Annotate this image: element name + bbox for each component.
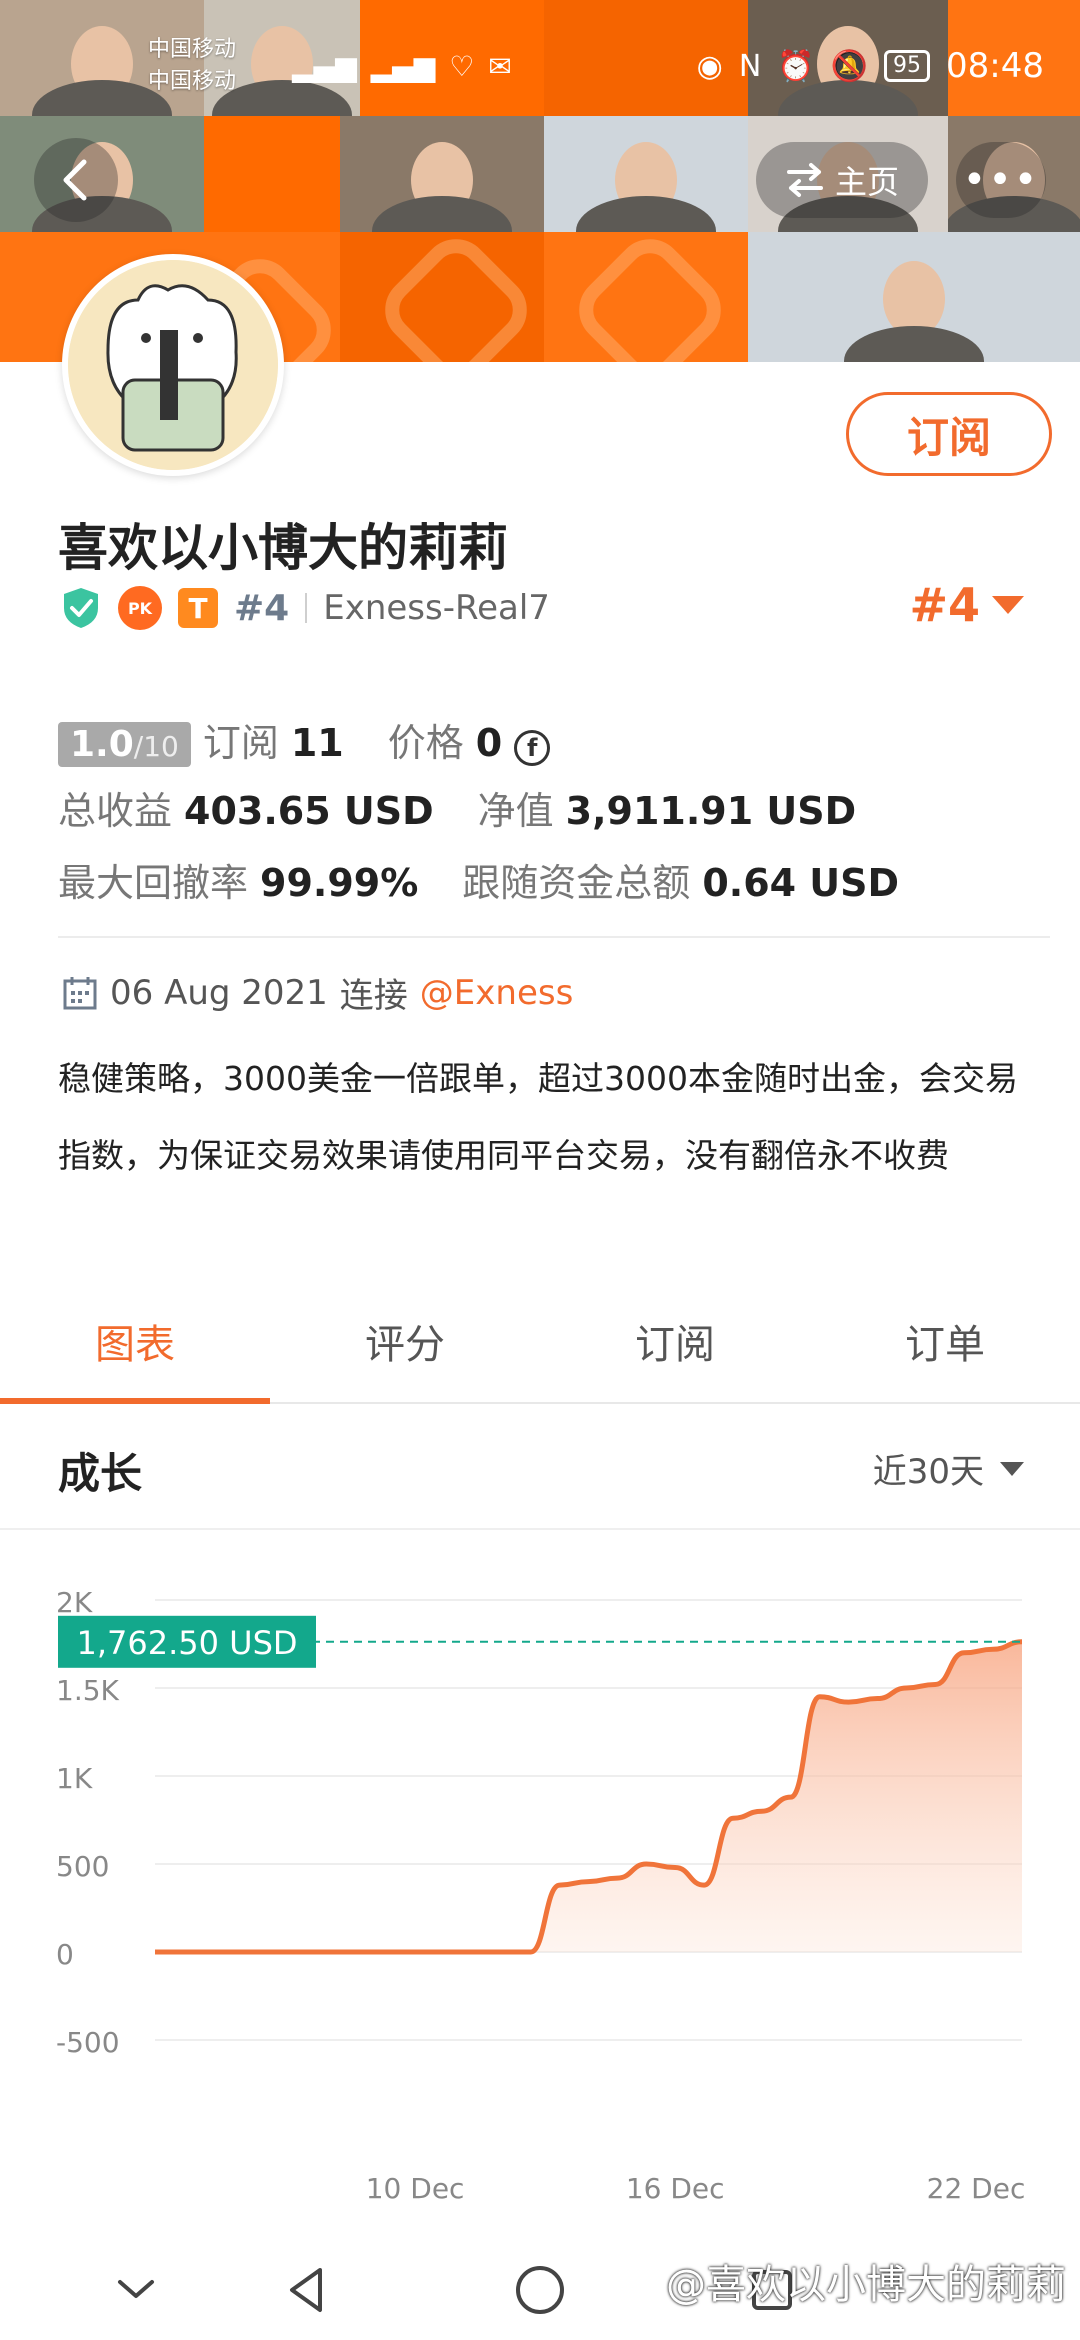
more-icon: ••• xyxy=(962,157,1040,203)
mute-icon: 🔕 xyxy=(830,48,869,84)
status-bar: 中国移动 中国移动 ▂▄▆ ▂▄▆ ♡ ✉ ◉ N ⏰ 🔕 95 08:48 xyxy=(0,0,1080,130)
message-icon: ✉ xyxy=(488,50,512,83)
y-tick-label: 0 xyxy=(56,1938,74,1971)
max-drawdown-label: 最大回撤率 xyxy=(58,861,249,905)
range-value: 近30天 xyxy=(872,1452,984,1492)
connect-label: 连接 xyxy=(339,976,408,1016)
status-icons: ▂▄▆ ▂▄▆ ♡ ✉ xyxy=(292,50,512,83)
connect-date: 06 Aug 2021 xyxy=(110,972,328,1013)
y-tick-label: 1.5K xyxy=(56,1674,120,1707)
swap-icon xyxy=(786,163,823,197)
signal-icon: ▂▄▆ xyxy=(292,50,357,83)
banner-photo xyxy=(340,116,544,232)
carrier-label: 中国移动 xyxy=(148,69,237,94)
net-value-label: 净值 xyxy=(477,789,554,833)
connection-info: 06 Aug 2021 连接 @Exness xyxy=(62,968,573,1017)
avatar[interactable] xyxy=(62,254,284,476)
y-tick-label: 1K xyxy=(56,1762,93,1795)
stats-row-profit: 总收益 403.65 USD 净值 3,911.91 USD xyxy=(58,780,856,835)
heart-icon: ♡ xyxy=(449,50,475,83)
broker-link[interactable]: @Exness xyxy=(420,973,574,1013)
total-profit-value: 403.65 USD xyxy=(184,789,434,833)
max-drawdown-value: 99.99% xyxy=(260,861,419,905)
price-value: 0 xyxy=(475,721,503,765)
rank-value: #4 xyxy=(909,578,980,632)
battery-icon: 95 xyxy=(884,50,931,82)
tab-subscriptions[interactable]: 订阅 xyxy=(540,1300,810,1402)
more-button[interactable]: ••• xyxy=(956,142,1046,218)
badge-row: PK T #4 Exness-Real7 xyxy=(60,586,550,630)
trader-name: 喜欢以小博大的莉莉 xyxy=(58,519,508,577)
score-badge: 1.0/10 xyxy=(58,722,191,767)
home-button-label: 主页 xyxy=(834,163,899,201)
stats-row-score: 1.0/10 订阅 11 价格 0 f xyxy=(58,712,551,767)
back-button[interactable] xyxy=(34,138,118,222)
subscribe-count: 11 xyxy=(290,721,344,765)
rank-label: #4 xyxy=(234,587,290,629)
section-title: 成长 xyxy=(58,1449,143,1498)
home-button[interactable]: 主页 xyxy=(756,142,928,218)
verified-shield-icon xyxy=(64,588,98,628)
follow-total-value: 0.64 USD xyxy=(702,861,900,905)
t-badge-icon: T xyxy=(178,588,218,628)
chevron-left-icon xyxy=(63,159,87,201)
coin-icon: f xyxy=(514,730,551,766)
y-tick-label: 500 xyxy=(56,1850,109,1883)
server-name: Exness-Real7 xyxy=(323,588,550,628)
growth-chart: 2K 1.5K 1K 500 0 -500 10 Dec 16 Dec 22 Dec 1,762.… xyxy=(56,1586,1026,2205)
range-dropdown[interactable]: 近30天 xyxy=(873,1444,1024,1493)
page: 中国移动 中国移动 ▂▄▆ ▂▄▆ ♡ ✉ ◉ N ⏰ 🔕 95 08:48 主… xyxy=(0,0,1080,2340)
calendar-icon xyxy=(63,976,97,1009)
rank-dropdown[interactable]: #4 xyxy=(909,578,1024,632)
caret-down-icon xyxy=(1000,1461,1024,1476)
subscribe-count-label: 订阅 xyxy=(202,721,279,765)
signal-icon: ▂▄▆ xyxy=(370,50,436,83)
y-tick-label: -500 xyxy=(56,2026,120,2059)
growth-section-header: 成长 近30天 xyxy=(0,1404,1080,1530)
nav-back-icon[interactable] xyxy=(276,2258,340,2322)
y-tick-label: 2K xyxy=(56,1586,93,1619)
eye-icon: ◉ xyxy=(696,48,723,84)
nav-home-icon[interactable] xyxy=(508,2258,572,2322)
status-right: ◉ N ⏰ 🔕 95 08:48 xyxy=(697,46,1044,86)
score-value: 1.0 xyxy=(70,724,134,765)
price-label: 价格 xyxy=(387,721,464,765)
nfc-icon: N xyxy=(738,48,762,84)
tab-bar: 图表 评分 订阅 订单 xyxy=(0,1300,1080,1404)
divider xyxy=(305,593,308,623)
x-tick-label: 10 Dec xyxy=(366,2172,465,2205)
clock: 08:48 xyxy=(946,46,1044,86)
x-tick-label: 22 Dec xyxy=(927,2172,1026,2205)
subscribe-button[interactable]: 订阅 xyxy=(846,392,1052,476)
divider xyxy=(58,936,1050,938)
x-tick-label: 16 Dec xyxy=(626,2172,725,2205)
carrier-label: 中国移动 xyxy=(148,37,237,62)
stats-row-drawdown: 最大回撤率 99.99% 跟随资金总额 0.64 USD xyxy=(58,852,899,907)
tab-orders[interactable]: 订单 xyxy=(810,1300,1080,1402)
follow-total-label: 跟随资金总额 xyxy=(462,861,691,905)
banner-photo xyxy=(748,232,1080,362)
pk-badge-icon: PK xyxy=(118,586,162,630)
watermark: @喜欢以小博大的莉莉 xyxy=(666,2262,1066,2308)
total-profit-label: 总收益 xyxy=(58,789,173,833)
banner-photo xyxy=(544,116,748,232)
chevron-down-icon[interactable] xyxy=(104,2258,168,2322)
current-value-label: 1,762.50 USD xyxy=(76,1624,297,1662)
score-max: /10 xyxy=(133,730,179,763)
strategy-description: 稳健策略，3000美金一倍跟单，超过3000本金随时出金，会交易指数，为保证交易… xyxy=(58,1059,1018,1175)
alarm-icon: ⏰ xyxy=(777,48,815,84)
net-value: 3,911.91 USD xyxy=(565,789,857,833)
tab-chart[interactable]: 图表 xyxy=(0,1300,270,1404)
caret-down-icon xyxy=(992,596,1024,614)
bear-avatar-icon xyxy=(68,260,278,470)
tab-rating[interactable]: 评分 xyxy=(270,1300,540,1402)
